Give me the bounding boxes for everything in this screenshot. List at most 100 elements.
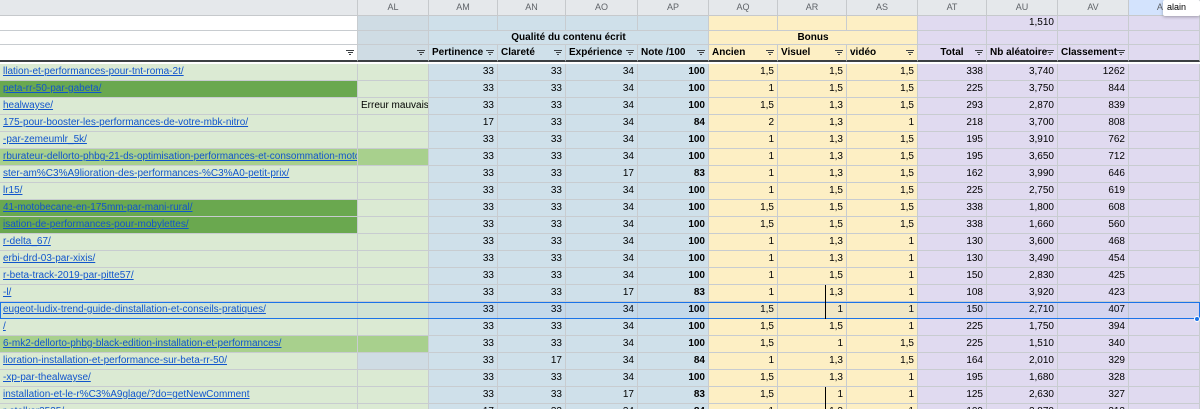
cell[interactable]: 34 <box>566 353 638 370</box>
header-aw[interactable] <box>1129 45 1200 62</box>
url-cell[interactable]: lr15/ <box>0 183 358 200</box>
cell[interactable]: 34 <box>566 404 638 409</box>
cell[interactable]: 33 <box>498 64 566 81</box>
cell[interactable]: 33 <box>429 132 498 149</box>
filter-icon[interactable] <box>1046 49 1054 56</box>
cell[interactable]: 3,740 <box>987 64 1058 81</box>
rank-cell[interactable]: 313 <box>1058 404 1129 409</box>
cell[interactable]: 1,3 <box>778 115 847 132</box>
cell[interactable]: 84 <box>638 404 709 409</box>
header-vis[interactable]: Visuel <box>778 45 847 62</box>
cell[interactable]: 2 <box>709 115 778 132</box>
cell[interactable]: 1,3 <box>778 132 847 149</box>
cell[interactable]: 33 <box>498 404 566 409</box>
cell[interactable]: 33 <box>429 81 498 98</box>
header-rank[interactable]: Classement <box>1058 45 1129 62</box>
cell[interactable]: 3,600 <box>987 234 1058 251</box>
cell[interactable]: 1 <box>847 370 918 387</box>
cell[interactable]: 1,5 <box>778 200 847 217</box>
cell[interactable] <box>358 200 429 217</box>
cell[interactable]: 1 <box>709 404 778 409</box>
cell[interactable]: 100 <box>638 64 709 81</box>
url-cell[interactable]: peta-rr-50-par-gabeta/ <box>0 81 358 98</box>
cell[interactable] <box>1129 16 1200 31</box>
column-header[interactable]: AU <box>987 0 1058 16</box>
cell[interactable]: 1,680 <box>987 370 1058 387</box>
cell[interactable] <box>1129 149 1200 166</box>
cell[interactable] <box>0 16 358 31</box>
header-rand[interactable]: Nb aléatoire <box>987 45 1058 62</box>
cell[interactable]: 1 <box>847 319 918 336</box>
cell[interactable] <box>358 302 429 319</box>
url-cell[interactable]: 41-motobecane-en-175mm-par-mani-rural/ <box>0 200 358 217</box>
cell[interactable]: 1 <box>847 404 918 409</box>
cell[interactable]: 33 <box>498 200 566 217</box>
cell[interactable]: 84 <box>638 353 709 370</box>
url-cell[interactable]: r-stalker3535/ <box>0 404 358 409</box>
cell[interactable]: 1,510 <box>987 336 1058 353</box>
cell[interactable]: 1,5 <box>778 268 847 285</box>
cell[interactable]: 33 <box>498 217 566 234</box>
header-clar[interactable]: Clareté <box>498 45 566 62</box>
cell[interactable]: 1,5 <box>847 166 918 183</box>
cell[interactable]: 225 <box>918 336 987 353</box>
rank-cell[interactable]: 327 <box>1058 387 1129 404</box>
cell[interactable]: 17 <box>566 285 638 302</box>
cell[interactable]: 1 <box>709 166 778 183</box>
cell[interactable]: 125 <box>918 387 987 404</box>
cell[interactable]: 83 <box>638 166 709 183</box>
cell[interactable]: 3,910 <box>987 132 1058 149</box>
cell[interactable]: 195 <box>918 132 987 149</box>
column-header[interactable]: AV <box>1058 0 1129 16</box>
cell[interactable] <box>358 31 429 45</box>
cell[interactable]: 1,5 <box>709 98 778 115</box>
cell[interactable] <box>1129 31 1200 45</box>
cell[interactable]: 33 <box>429 217 498 234</box>
cell[interactable] <box>1129 319 1200 336</box>
cell[interactable] <box>358 353 429 370</box>
cell[interactable]: 100 <box>638 183 709 200</box>
cell[interactable] <box>1129 81 1200 98</box>
cell[interactable] <box>358 336 429 353</box>
user-chip[interactable]: alain <box>1163 0 1200 16</box>
cell[interactable]: 1 <box>778 302 847 319</box>
column-header[interactable]: AO <box>566 0 638 16</box>
cell[interactable]: 2,630 <box>987 387 1058 404</box>
cell[interactable]: 1,660 <box>987 217 1058 234</box>
cell[interactable]: 33 <box>498 149 566 166</box>
cell[interactable] <box>358 132 429 149</box>
cell[interactable] <box>429 16 498 31</box>
cell[interactable]: 83 <box>638 285 709 302</box>
cell[interactable]: 1 <box>709 268 778 285</box>
url-cell[interactable]: / <box>0 319 358 336</box>
cell[interactable]: 293 <box>918 98 987 115</box>
cell[interactable]: 1 <box>847 387 918 404</box>
cell[interactable]: 33 <box>429 251 498 268</box>
cell[interactable]: 100 <box>638 149 709 166</box>
cell[interactable]: 1,5 <box>778 64 847 81</box>
filter-icon[interactable] <box>417 49 425 56</box>
cell[interactable]: 1,3 <box>778 251 847 268</box>
header-exp[interactable]: Expérience <box>566 45 638 62</box>
cell[interactable] <box>358 115 429 132</box>
cell[interactable] <box>1129 336 1200 353</box>
cell[interactable]: 17 <box>566 166 638 183</box>
cell[interactable]: 34 <box>566 81 638 98</box>
cell[interactable]: 33 <box>429 387 498 404</box>
rank-cell[interactable]: 423 <box>1058 285 1129 302</box>
cell[interactable]: 33 <box>498 336 566 353</box>
cell[interactable]: 1,5 <box>778 217 847 234</box>
cell[interactable]: 3,990 <box>987 166 1058 183</box>
cell[interactable] <box>358 166 429 183</box>
cell[interactable]: 17 <box>498 353 566 370</box>
rank-cell[interactable]: 454 <box>1058 251 1129 268</box>
cell[interactable] <box>1129 64 1200 81</box>
cell[interactable]: 1,5 <box>847 81 918 98</box>
rank-cell[interactable]: 608 <box>1058 200 1129 217</box>
rank-cell[interactable]: 328 <box>1058 370 1129 387</box>
cell[interactable]: 164 <box>918 353 987 370</box>
cell[interactable]: 33 <box>498 166 566 183</box>
cell[interactable]: 1,5 <box>709 217 778 234</box>
cell[interactable]: 34 <box>566 200 638 217</box>
header-total[interactable]: Total <box>918 45 987 62</box>
